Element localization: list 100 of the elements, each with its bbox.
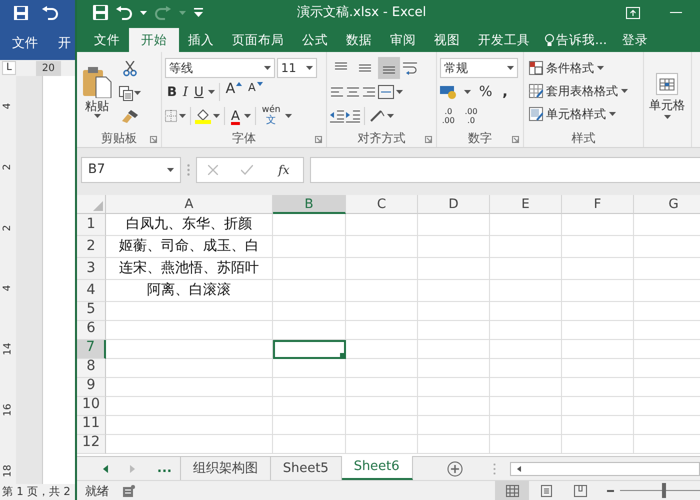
paste-button[interactable]: 粘贴 bbox=[80, 56, 114, 128]
dialog-launcher-icon[interactable] bbox=[425, 136, 432, 143]
page-break-icon bbox=[574, 484, 586, 496]
ribbon-tab[interactable]: 文件 bbox=[85, 28, 129, 52]
ruler-number: 20 bbox=[36, 60, 61, 76]
font-color-button[interactable]: A bbox=[229, 105, 242, 127]
save-icon[interactable] bbox=[14, 6, 28, 20]
row-header[interactable]: 6 bbox=[77, 321, 106, 340]
underline-button[interactable]: U bbox=[192, 81, 206, 103]
scroll-left-icon[interactable] bbox=[516, 466, 521, 472]
decrease-font-button[interactable]: A bbox=[246, 81, 265, 103]
ribbon-tab[interactable]: 公式 bbox=[293, 28, 337, 52]
italic-button[interactable]: I bbox=[180, 81, 190, 103]
customize-icon[interactable] bbox=[194, 8, 203, 17]
font-size-dropdown[interactable]: 11 bbox=[277, 58, 317, 78]
table-cell bbox=[346, 359, 418, 378]
tab-stop-button[interactable]: L bbox=[2, 61, 16, 75]
row-header[interactable]: 8 bbox=[77, 359, 106, 378]
ribbon-tab[interactable]: 文件 bbox=[12, 34, 38, 54]
decrease-decimal-button[interactable]: .00 .0 bbox=[462, 104, 480, 128]
row-header[interactable]: 7 bbox=[77, 340, 106, 359]
increase-indent-icon[interactable] bbox=[346, 109, 360, 123]
save-icon[interactable] bbox=[93, 5, 108, 20]
macro-record-icon[interactable] bbox=[123, 484, 135, 496]
borders-icon[interactable] bbox=[165, 110, 177, 122]
column-header[interactable]: D bbox=[418, 195, 490, 214]
table-cell bbox=[562, 340, 634, 359]
formula-input[interactable] bbox=[310, 157, 700, 183]
cell-style-icon bbox=[529, 106, 543, 120]
ribbon-tab[interactable]: 开发工具 bbox=[469, 28, 539, 52]
sheet-tab[interactable]: Sheet6 bbox=[342, 456, 413, 480]
fill-color-icon[interactable] bbox=[195, 108, 211, 124]
column-header[interactable]: C bbox=[346, 195, 418, 214]
view-button[interactable] bbox=[495, 480, 529, 500]
column-header[interactable]: G bbox=[634, 195, 700, 214]
row-header[interactable]: 5 bbox=[77, 302, 106, 321]
currency-icon[interactable] bbox=[440, 85, 458, 99]
column-header[interactable]: E bbox=[490, 195, 562, 214]
ribbon-tab[interactable]: 数据 bbox=[337, 28, 381, 52]
scissors-icon bbox=[123, 61, 137, 77]
percent-button[interactable]: % bbox=[477, 81, 494, 103]
bold-button[interactable]: B bbox=[165, 81, 179, 103]
table-cell bbox=[562, 416, 634, 435]
ribbon-tab[interactable]: 插入 bbox=[179, 28, 223, 52]
ribbon-display-icon[interactable] bbox=[626, 6, 640, 18]
caret-icon bbox=[387, 114, 394, 118]
phonetic-button[interactable]: wén 文 bbox=[260, 105, 283, 127]
ruler-number: 14 bbox=[3, 342, 13, 356]
bottom-align-button[interactable] bbox=[378, 57, 400, 79]
orientation-icon[interactable] bbox=[369, 109, 385, 123]
cells-button[interactable]: 单元格 bbox=[647, 56, 687, 136]
ribbon-tab[interactable]: 开 bbox=[58, 34, 71, 54]
row-header[interactable]: 10 bbox=[77, 397, 106, 416]
slider-thumb[interactable] bbox=[662, 483, 666, 498]
group-label: 样式 bbox=[572, 130, 596, 147]
horizontal-scrollbar[interactable] bbox=[510, 462, 700, 476]
table-cell bbox=[562, 321, 634, 340]
row-header[interactable]: 3 bbox=[77, 258, 106, 280]
table-cell bbox=[490, 397, 562, 416]
font-name-dropdown[interactable]: 等线 bbox=[165, 58, 275, 78]
row-header[interactable]: 1 bbox=[77, 214, 106, 236]
row-header[interactable]: 11 bbox=[77, 416, 106, 435]
dialog-launcher-icon[interactable] bbox=[315, 136, 322, 143]
undo-icon[interactable] bbox=[42, 6, 58, 20]
column-header[interactable]: F bbox=[562, 195, 634, 214]
undo-icon[interactable] bbox=[116, 6, 132, 20]
active-cell[interactable] bbox=[273, 340, 346, 359]
add-sheet-icon[interactable] bbox=[446, 460, 463, 476]
decrease-indent-icon[interactable] bbox=[330, 109, 344, 123]
merge-center-icon[interactable] bbox=[378, 85, 394, 99]
comma-button[interactable]: , bbox=[500, 81, 510, 103]
ribbon-tab[interactable]: 开始 bbox=[129, 28, 179, 52]
column-header[interactable]: B bbox=[273, 195, 346, 214]
increase-decimal-button[interactable]: .0 .00 bbox=[440, 104, 457, 128]
increase-font-button[interactable]: A bbox=[224, 81, 244, 103]
table-cell bbox=[418, 378, 490, 397]
column-header[interactable]: A bbox=[106, 195, 273, 214]
cell-style-button[interactable]: 单元格样式 bbox=[527, 102, 630, 125]
table-cell bbox=[418, 416, 490, 435]
row-header[interactable]: 12 bbox=[77, 435, 106, 454]
wrap-text-icon[interactable] bbox=[402, 61, 418, 75]
tell-me-search[interactable]: 告诉我... bbox=[539, 28, 613, 52]
row-header[interactable]: 9 bbox=[77, 378, 106, 397]
ribbon-tab[interactable]: 页面布局 bbox=[223, 28, 293, 52]
ribbon-tab[interactable]: 视图 bbox=[425, 28, 469, 52]
row-header[interactable]: 2 bbox=[77, 236, 106, 258]
insert-function-button[interactable]: fx bbox=[276, 159, 292, 181]
table-cell bbox=[346, 435, 418, 454]
ribbon-tab[interactable]: 审阅 bbox=[381, 28, 425, 52]
sign-in-link[interactable]: 登录 bbox=[612, 28, 648, 52]
row-header[interactable]: 4 bbox=[77, 280, 106, 302]
table-cell bbox=[562, 302, 634, 321]
name-box[interactable]: B7 bbox=[81, 157, 181, 183]
table-format-button[interactable]: 套用表格格式 bbox=[527, 79, 630, 102]
previous-sheet-icon[interactable] bbox=[103, 464, 108, 472]
dialog-launcher-icon[interactable] bbox=[512, 136, 519, 143]
number-format-dropdown[interactable]: 常规 bbox=[440, 58, 518, 78]
table-cell bbox=[562, 397, 634, 416]
dialog-launcher-icon[interactable] bbox=[150, 136, 157, 143]
conditional-format-button[interactable]: 条件格式 bbox=[527, 56, 630, 79]
